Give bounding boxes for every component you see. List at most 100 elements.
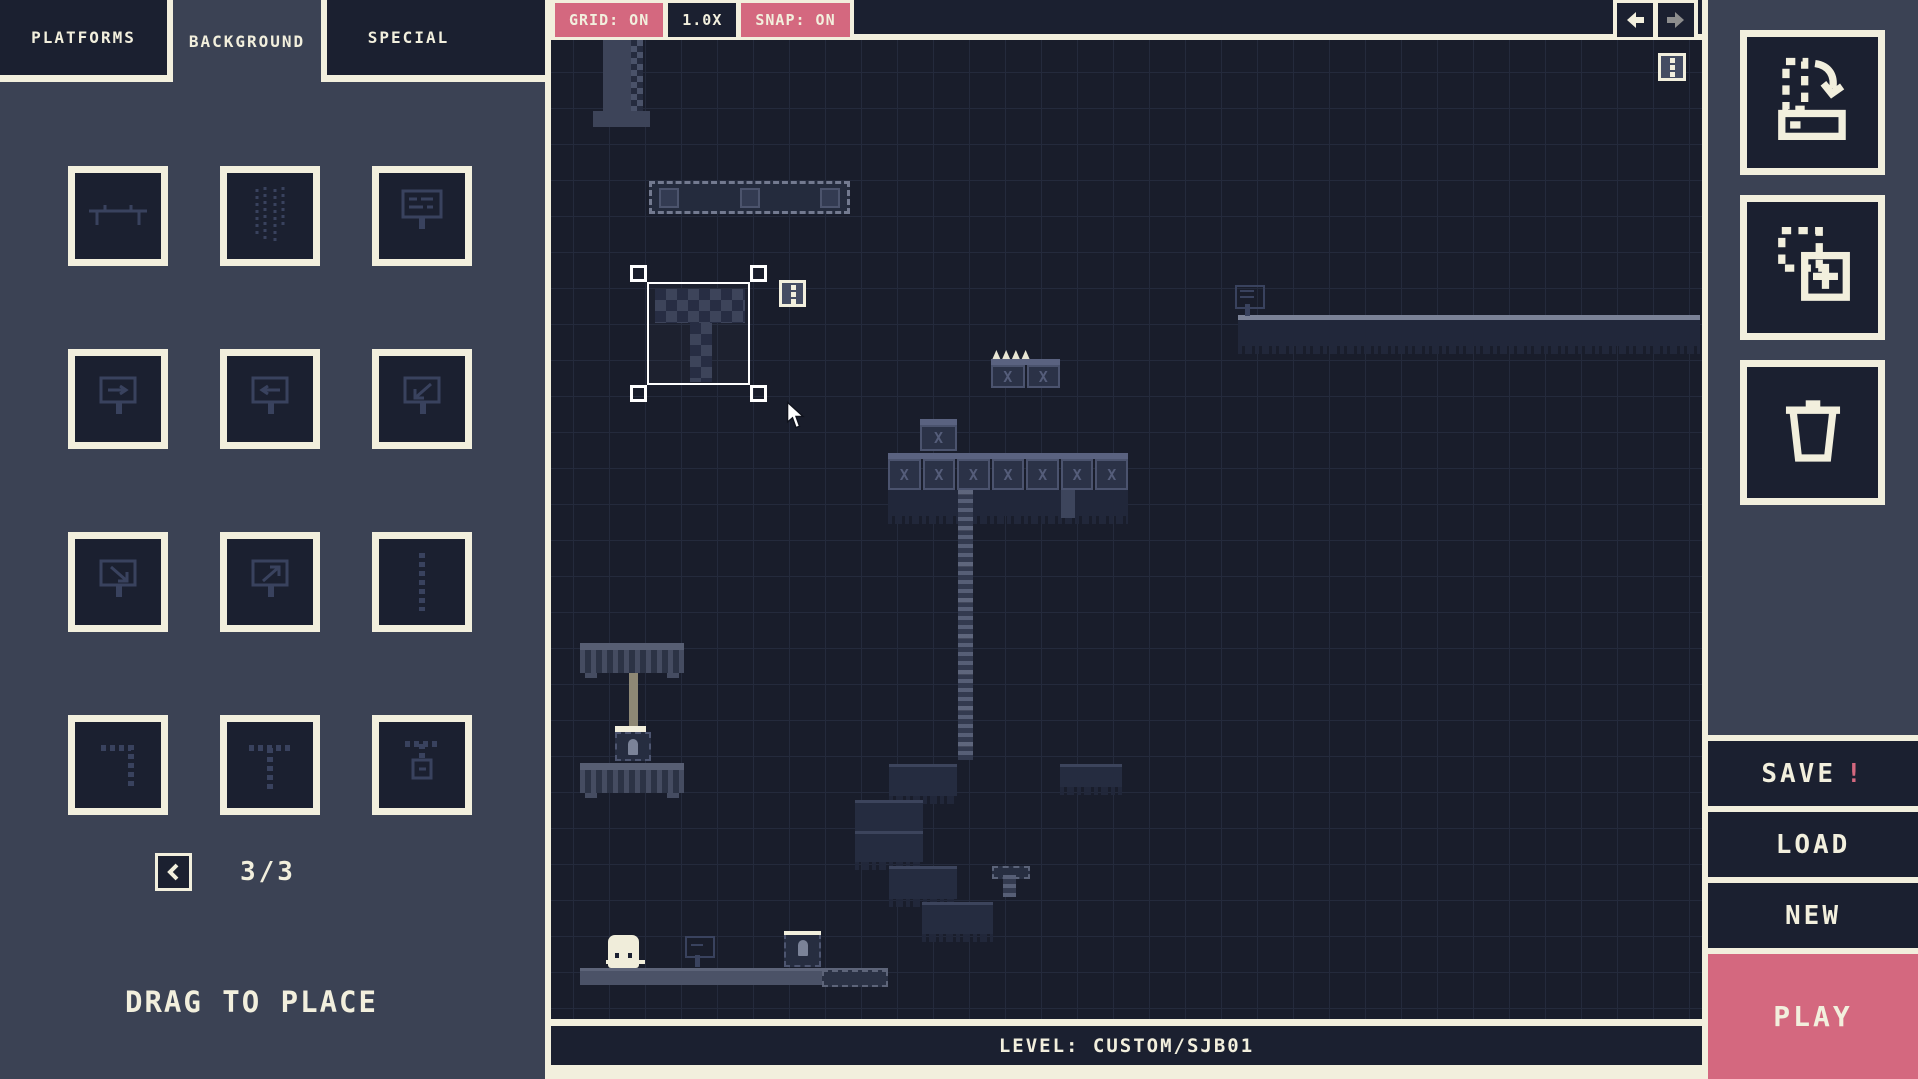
sign-post <box>695 955 700 967</box>
chevron-left-icon <box>166 863 178 881</box>
crate-x <box>888 459 921 490</box>
placed-slab[interactable] <box>593 111 650 127</box>
placed-bench[interactable] <box>580 643 684 678</box>
crate-x <box>1026 459 1059 490</box>
category-tabs: PLATFORMS BACKGROUND SPECIAL <box>0 0 545 82</box>
palette-tile-sign-arrow-down-left[interactable] <box>372 349 472 449</box>
crate-x <box>1060 459 1094 490</box>
palette-tile-sign-arrow-up-right[interactable] <box>220 532 320 632</box>
placed-dirt[interactable] <box>922 902 993 942</box>
placed-dotted[interactable] <box>649 181 850 214</box>
undo-button[interactable] <box>1617 3 1653 37</box>
unsaved-changes-badge: ! <box>1845 758 1865 789</box>
level-name-label: LEVEL: CUSTOM/SJB01 <box>998 1034 1255 1057</box>
placed-pole[interactable] <box>629 673 638 727</box>
selection-menu-button[interactable] <box>779 280 806 307</box>
placed-pillar[interactable] <box>603 40 643 111</box>
placed-keycrate[interactable] <box>615 732 651 761</box>
palette-tile-chain-corner[interactable] <box>68 715 168 815</box>
save-button[interactable]: SAVE! <box>1708 735 1918 806</box>
palette-tile-bench[interactable] <box>68 166 168 266</box>
placed-moss[interactable] <box>888 490 1128 524</box>
selection-resize-handle[interactable] <box>750 385 767 402</box>
canvas-toolbar: GRID: ON 1.0X SNAP: ON <box>551 0 1702 40</box>
mouse-cursor <box>786 400 806 429</box>
zoom-level-button[interactable]: 1.0X <box>668 3 737 37</box>
arrow-left-icon <box>1627 12 1644 28</box>
tab-platforms[interactable]: PLATFORMS <box>0 0 167 75</box>
status-bar: LEVEL: CUSTOM/SJB01 <box>551 1026 1702 1065</box>
new-button[interactable]: NEW <box>1708 877 1918 948</box>
placed-bench[interactable] <box>580 763 684 798</box>
placed-billboard[interactable] <box>1233 285 1265 316</box>
editor-center: GRID: ON 1.0X SNAP: ON LEVEL: CUSTOM <box>545 0 1708 1079</box>
file-actions: SAVE! LOAD NEW PLAY <box>1708 735 1918 1079</box>
duplicate-selection-button[interactable] <box>1740 195 1885 340</box>
crate-box <box>820 187 840 208</box>
placed-crate-row[interactable] <box>888 453 1129 490</box>
palette-prev-button[interactable] <box>155 853 192 891</box>
placed-dirt[interactable] <box>1060 764 1122 795</box>
redo-button[interactable] <box>1658 3 1694 37</box>
selection-resize-handle[interactable] <box>630 265 647 282</box>
play-button[interactable]: PLAY <box>1708 948 1918 1079</box>
palette-tile-sign-arrow-down-right[interactable] <box>68 532 168 632</box>
tab-special[interactable]: SPECIAL <box>327 0 490 75</box>
selection-resize-handle[interactable] <box>630 385 647 402</box>
delete-selection-button[interactable] <box>1740 360 1885 505</box>
placed-crate-row[interactable] <box>991 359 1060 388</box>
history-controls <box>1613 0 1698 40</box>
crate-x <box>1026 365 1060 388</box>
palette-grid <box>68 166 472 815</box>
placed-floor-dotted[interactable] <box>822 970 888 987</box>
placed-mini-t[interactable] <box>992 866 1030 897</box>
arrow-right-icon <box>1667 12 1684 28</box>
crate-x <box>920 425 957 451</box>
placed-dirt[interactable] <box>889 764 957 804</box>
palette-tile-chain-t[interactable] <box>220 715 320 815</box>
load-button[interactable]: LOAD <box>1708 806 1918 877</box>
crate-x <box>957 459 990 490</box>
palette-tile-vines[interactable] <box>220 166 320 266</box>
placed-character[interactable] <box>608 935 639 972</box>
level-canvas[interactable] <box>551 40 1702 1026</box>
duplicate-selection-icon <box>1761 214 1865 322</box>
placed-chain[interactable] <box>958 490 973 760</box>
level-editor-app: PLATFORMS BACKGROUND SPECIAL 3/3 DRAG TO P… <box>0 0 1918 1079</box>
send-to-back-icon <box>1761 49 1865 157</box>
crate-x <box>991 365 1025 388</box>
placed-dirt[interactable] <box>855 831 923 870</box>
crate-x <box>991 459 1025 490</box>
crate-x <box>922 459 956 490</box>
selection-resize-handle[interactable] <box>750 265 767 282</box>
delete-selection-icon <box>1761 379 1865 487</box>
crate-box <box>739 187 760 208</box>
placed-ground[interactable] <box>1238 315 1700 354</box>
placed-sign-right[interactable] <box>683 936 715 967</box>
crate-box <box>659 187 679 208</box>
send-to-back-button[interactable] <box>1740 30 1885 175</box>
palette-tile-sign-arrow-left[interactable] <box>220 349 320 449</box>
grid-toggle-button[interactable]: GRID: ON <box>555 3 664 37</box>
placed-crate-row[interactable] <box>920 419 957 451</box>
drag-hint-label: DRAG TO PLACE <box>125 985 378 1019</box>
canvas-menu-button[interactable] <box>1658 53 1686 81</box>
crate-x <box>1095 459 1129 490</box>
tab-background[interactable]: BACKGROUND <box>167 0 327 82</box>
placed-dirt[interactable] <box>855 800 923 839</box>
palette-sidebar: PLATFORMS BACKGROUND SPECIAL 3/3 DRAG TO P… <box>0 0 545 1079</box>
placed-dirt[interactable] <box>889 866 957 907</box>
sign-post <box>1245 304 1250 316</box>
view-toggles: GRID: ON 1.0X SNAP: ON <box>551 0 854 40</box>
palette-tile-chain-lantern[interactable] <box>372 715 472 815</box>
palette-tile-sign-arrow-right[interactable] <box>68 349 168 449</box>
placed-crusher[interactable] <box>784 931 821 967</box>
palette-tile-chain-vertical[interactable] <box>372 532 472 632</box>
selection-box <box>647 282 750 385</box>
palette-tile-billboard[interactable] <box>372 166 472 266</box>
tools-sidebar: SAVE! LOAD NEW PLAY <box>1708 0 1918 1079</box>
placed-post[interactable] <box>1061 490 1075 518</box>
page-indicator: 3/3 <box>240 857 296 887</box>
snap-toggle-button[interactable]: SNAP: ON <box>741 3 850 37</box>
palette-pager: 3/3 <box>155 853 296 891</box>
